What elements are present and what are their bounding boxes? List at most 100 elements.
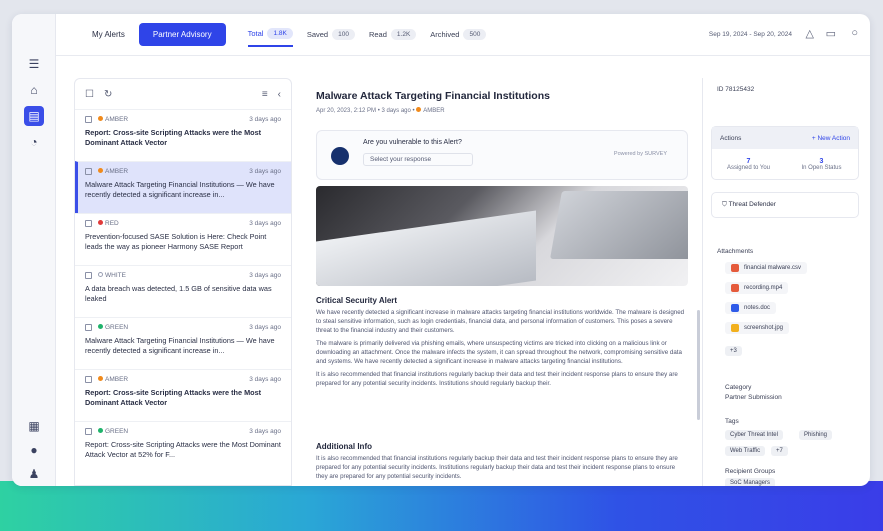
new-action-button[interactable]: + New Action	[812, 135, 850, 142]
item-title: Report: Cross-site Scripting Attacks wer…	[85, 440, 281, 459]
tab-read[interactable]: Read 1.2K	[369, 23, 417, 46]
date-range-picker[interactable]: Sep 19, 2024 - Sep 20, 2024	[709, 31, 792, 38]
location-icon[interactable]: ○	[851, 27, 858, 39]
rss-icon[interactable]: ◔	[24, 132, 44, 152]
right-panel: ID 78125432 Actions + New Action 7 Assign…	[702, 78, 870, 486]
tlp-badge: WHITE	[98, 272, 126, 279]
detail-title: Malware Attack Targeting Financial Insti…	[316, 90, 550, 102]
tag-chip[interactable]: Phishing	[799, 430, 833, 440]
item-title: Prevention-focused SASE Solution is Here…	[85, 232, 267, 251]
assigned-stat[interactable]: 7 Assigned to You	[712, 158, 785, 171]
item-time: 3 days ago	[249, 272, 281, 279]
user-icon[interactable]: ♟	[24, 464, 44, 484]
attachment-item[interactable]: notes.doc	[725, 302, 777, 314]
section-paragraph: The malware is primarily delivered via p…	[316, 339, 682, 365]
shield-icon: ⛉	[722, 201, 727, 208]
item-time: 3 days ago	[249, 220, 281, 227]
list-item[interactable]: AMBER 3 days ago Report: Cross-site Script…	[75, 369, 291, 421]
item-checkbox[interactable]	[85, 376, 92, 383]
filter-icon[interactable]: ≡	[262, 89, 268, 100]
menu-icon[interactable]: ☰	[24, 54, 44, 74]
open-stat[interactable]: 3 In Open Status	[785, 158, 858, 171]
category-label: Category	[725, 384, 752, 391]
tag-chip[interactable]: Cyber Threat Intel	[725, 430, 783, 440]
recipient-chip[interactable]: SoC Managers	[725, 478, 776, 486]
survey-logo-icon	[331, 147, 349, 165]
item-title: Report: Cross-site Scripting Attacks wer…	[85, 388, 262, 407]
section-heading: Additional Info	[316, 442, 372, 451]
item-checkbox[interactable]	[85, 116, 92, 123]
alert-detail: Malware Attack Targeting Financial Insti…	[302, 78, 700, 486]
actions-card: Actions + New Action 7 Assigned to You 3I…	[711, 126, 859, 180]
item-checkbox[interactable]	[85, 168, 92, 175]
tab-saved[interactable]: Saved 100	[307, 23, 355, 46]
tlp-badge: AMBER	[98, 168, 128, 175]
section-paragraph: It is also recommended that financial in…	[316, 370, 678, 387]
actions-label: Actions	[720, 134, 742, 142]
tlp-dot	[98, 220, 103, 225]
amber-dot	[416, 107, 422, 112]
attachment-item[interactable]: screenshot.jpg	[725, 322, 790, 334]
survey-question: Are you vulnerable to this Alert?	[363, 139, 462, 146]
attachment-item[interactable]: recording.mp4	[725, 282, 789, 294]
list-item[interactable]: WHITE 3 days ago A data breach was detecte…	[75, 265, 291, 317]
tag-chip[interactable]: +7	[771, 446, 788, 456]
item-time: 3 days ago	[249, 168, 281, 175]
tlp-badge: GREEN	[98, 324, 128, 331]
item-checkbox[interactable]	[85, 272, 92, 279]
home-icon[interactable]: ⌂	[24, 80, 44, 100]
detail-scrollbar[interactable]	[697, 310, 700, 420]
help-icon[interactable]: ●	[24, 440, 44, 460]
count-badge: 1.2K	[390, 29, 417, 40]
count-badge: 1.8K	[267, 28, 293, 39]
item-title: Malware Attack Targeting Financial Insti…	[85, 180, 275, 199]
tag-chip[interactable]: Web Traffic	[725, 446, 766, 456]
more-attachments[interactable]: +3	[725, 346, 742, 356]
refresh-icon[interactable]: ↻	[104, 89, 112, 100]
tab-total[interactable]: Total 1.8K	[247, 22, 293, 47]
report-icon[interactable]: ▦	[24, 416, 44, 436]
section-paragraph: We have recently detected a significant …	[316, 309, 685, 334]
calendar-icon[interactable]: ▭	[826, 27, 836, 40]
item-checkbox[interactable]	[85, 428, 92, 435]
tlp-dot	[98, 376, 103, 381]
file-icon	[731, 304, 739, 312]
alerts-icon[interactable]: ▤	[24, 106, 44, 126]
tlp-dot	[98, 324, 103, 329]
item-title: Report: Cross-site Scripting Attacks wer…	[85, 128, 262, 147]
survey-response-select[interactable]: Select your response	[363, 153, 473, 166]
alert-id: ID 78125432	[717, 86, 755, 93]
item-time: 3 days ago	[249, 116, 281, 123]
item-title: A data breach was detected, 1.5 GB of se…	[85, 284, 272, 303]
my-alerts-button[interactable]: My Alerts	[78, 23, 139, 46]
threat-defender-card[interactable]: ⛉ Threat Defender	[711, 192, 859, 218]
section-heading: Critical Security Alert	[316, 296, 398, 305]
list-item[interactable]: AMBER 3 days ago Report: Cross-site Script…	[75, 109, 291, 161]
list-item[interactable]: AMBER 3 days ago Malware Attack Targeting …	[75, 161, 291, 213]
view-toggle: My Alerts Partner Advisory	[78, 23, 226, 46]
recipient-label: Recipient Groups	[725, 468, 776, 475]
filter-tabs: Total 1.8K Saved 100 Read 1.2K Archived 500	[247, 22, 487, 47]
item-time: 3 days ago	[249, 324, 281, 331]
bell-icon[interactable]: △	[806, 27, 814, 40]
select-all-checkbox[interactable]: ☐	[85, 89, 94, 100]
detail-subtitle: Apr 20, 2023, 2:12 PM • 3 days ago • AMB…	[316, 107, 445, 114]
list-toolbar: ☐ ↻ ≡ ‹	[75, 79, 291, 109]
tlp-dot	[98, 272, 103, 277]
list-item[interactable]: GREEN 3 days ago Malware Attack Targeting …	[75, 317, 291, 369]
item-checkbox[interactable]	[85, 220, 92, 227]
category-value: Partner Submission	[725, 394, 782, 401]
tlp-badge: RED	[98, 220, 119, 227]
tlp-badge: AMBER	[98, 376, 128, 383]
tab-archived[interactable]: Archived 500	[430, 23, 487, 46]
tlp-dot	[98, 428, 103, 433]
hero-image	[316, 186, 688, 286]
collapse-icon[interactable]: ‹	[278, 89, 281, 100]
list-item[interactable]: RED 3 days ago Prevention-focused SASE Sol…	[75, 213, 291, 265]
partner-advisory-button[interactable]: Partner Advisory	[138, 23, 226, 46]
list-item[interactable]: GREEN 3 days ago Report: Cross-site Script…	[75, 421, 291, 473]
item-title: Malware Attack Targeting Financial Insti…	[85, 336, 275, 355]
survey-card: Are you vulnerable to this Alert? Select…	[316, 130, 688, 180]
item-checkbox[interactable]	[85, 324, 92, 331]
attachment-item[interactable]: financial malware.csv	[725, 262, 808, 274]
